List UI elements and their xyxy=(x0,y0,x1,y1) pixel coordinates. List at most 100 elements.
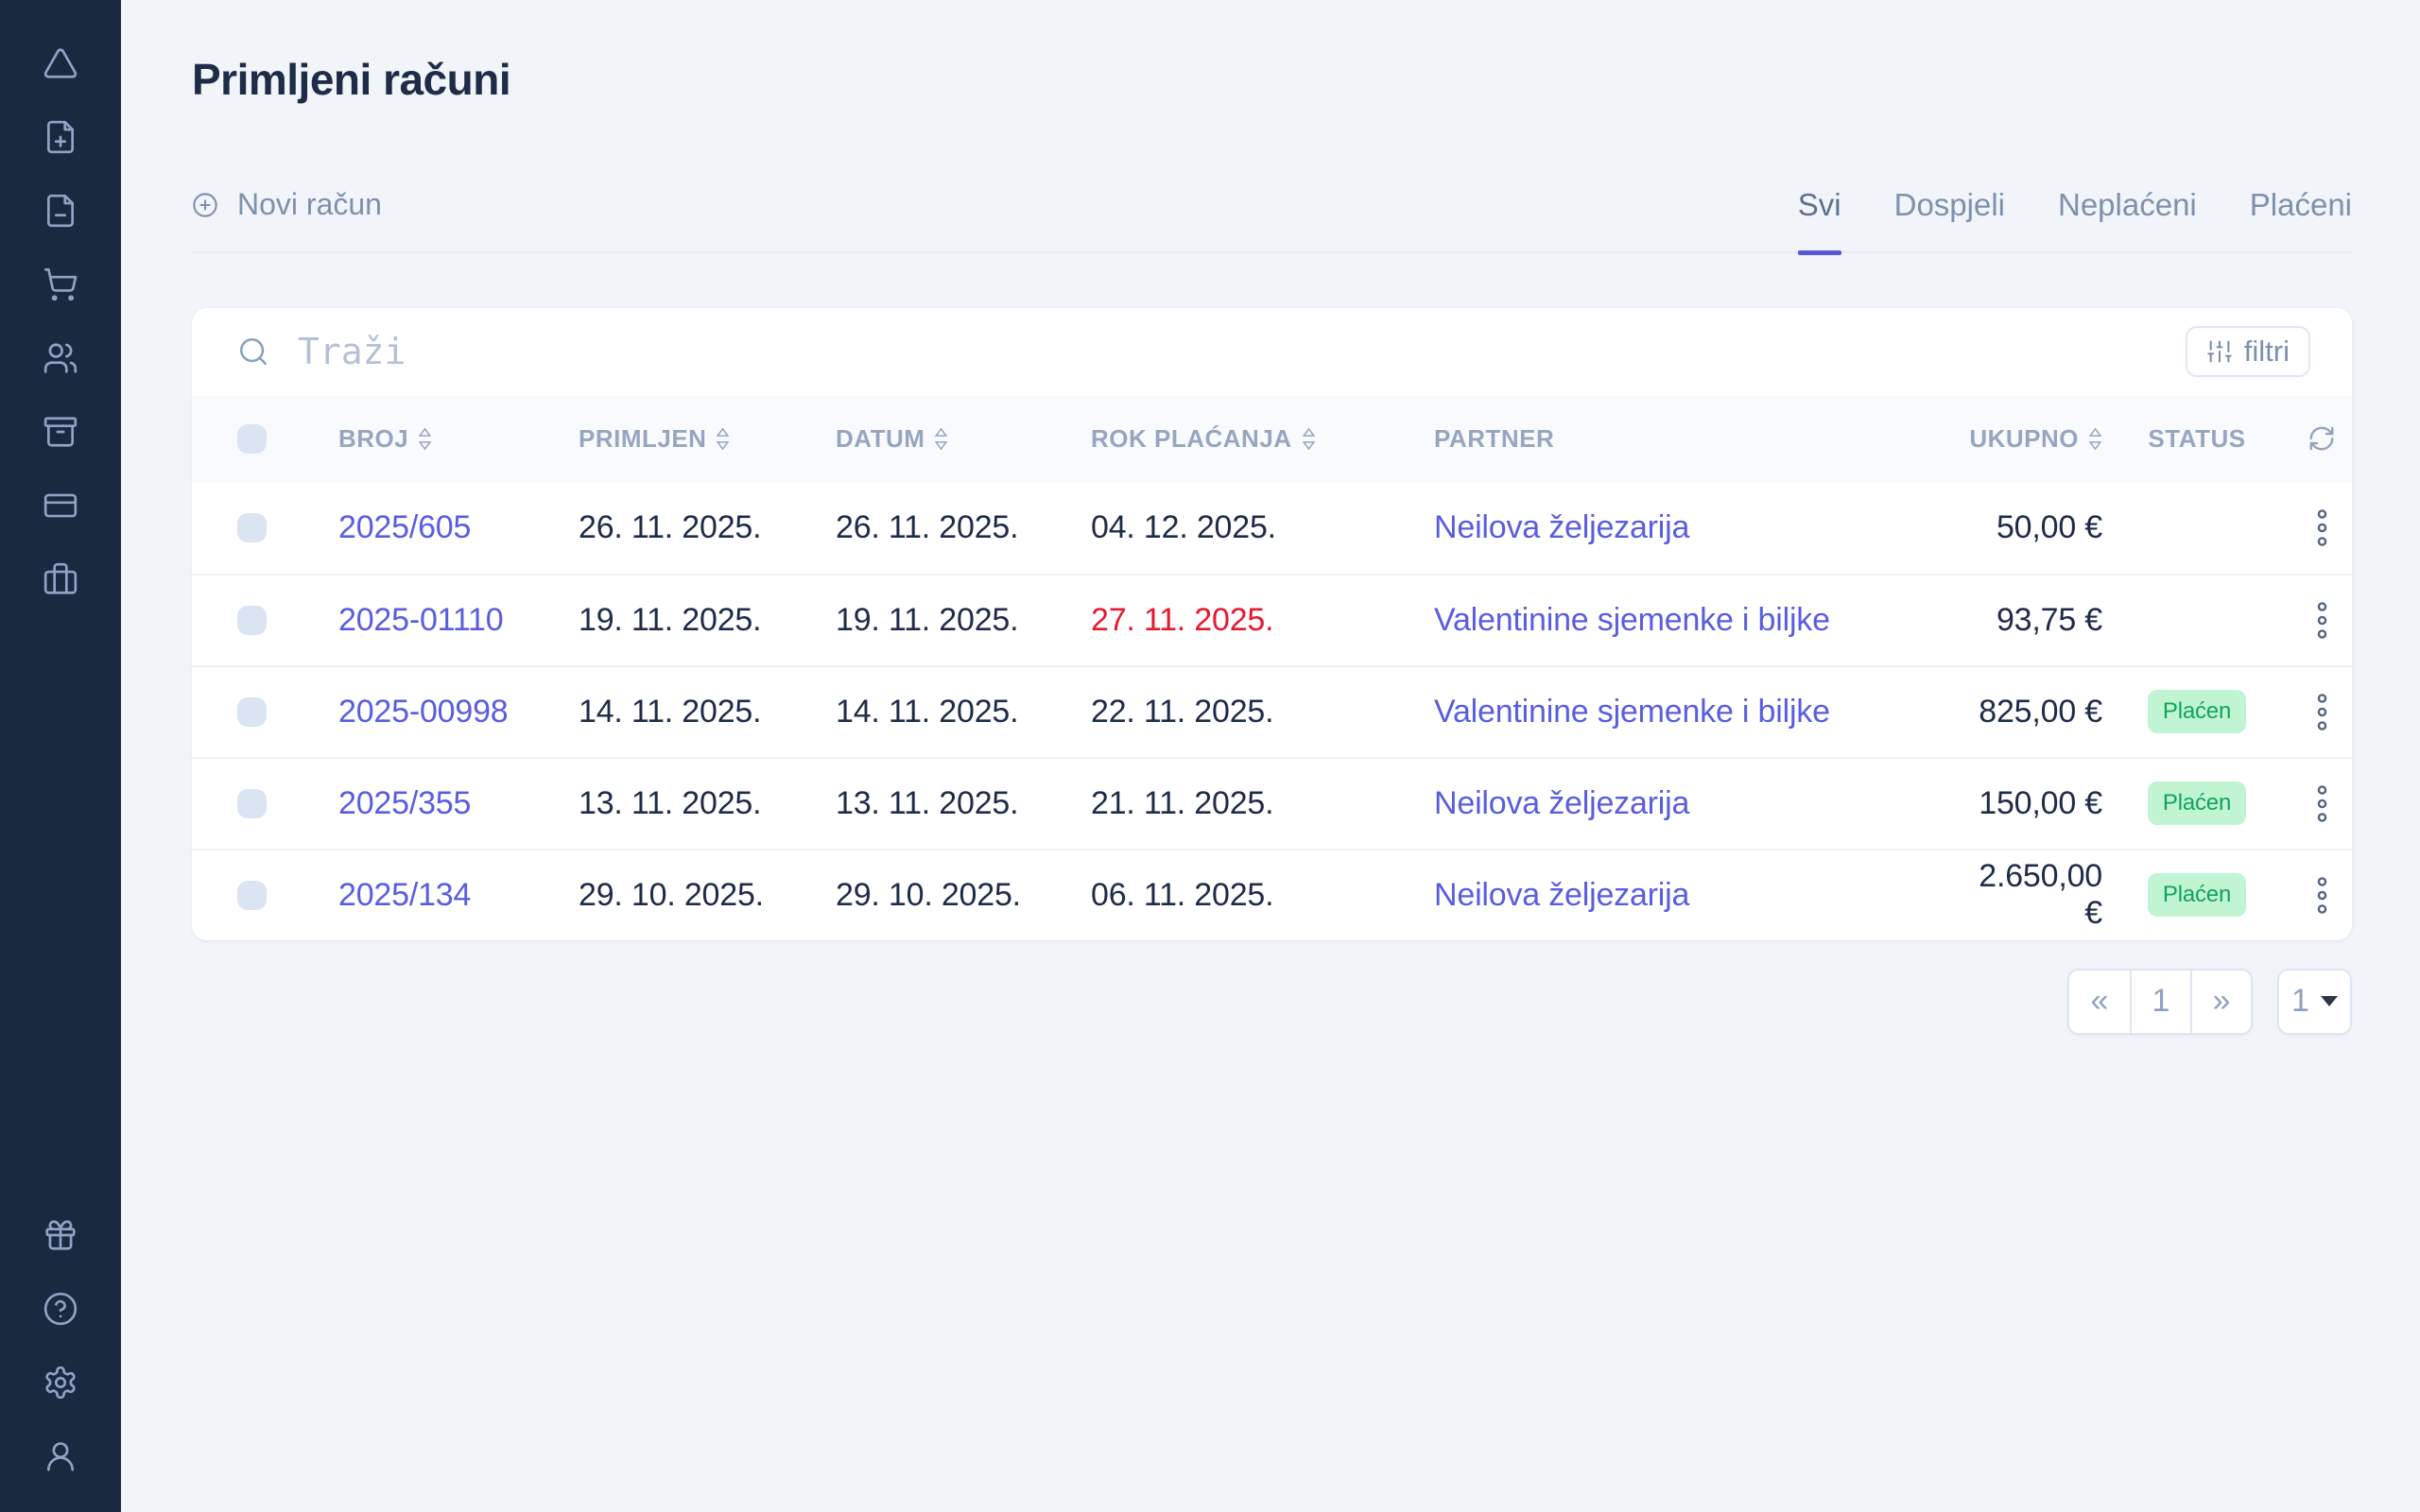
sort-icon xyxy=(1302,427,1316,451)
gift-icon xyxy=(43,1217,78,1253)
row-checkbox[interactable] xyxy=(237,606,267,635)
kebab-menu-icon xyxy=(2316,784,2328,823)
invoice-number-link[interactable]: 2025-01110 xyxy=(338,602,503,638)
status-cell: Plaćen xyxy=(2102,873,2291,917)
row-actions-button[interactable] xyxy=(2316,508,2328,547)
filters-button[interactable]: filtri xyxy=(2186,326,2310,377)
due-date: 22. 11. 2025. xyxy=(1091,694,1434,730)
row-actions-button[interactable] xyxy=(2316,601,2328,640)
actions-cell xyxy=(2291,601,2352,640)
received-date: 26. 11. 2025. xyxy=(579,509,836,546)
partner-link[interactable]: Valentinine sjemenke i biljke xyxy=(1434,694,1830,730)
invoice-number-link[interactable]: 2025/605 xyxy=(338,509,471,545)
kebab-menu-icon xyxy=(2316,508,2328,547)
sidebar-item-settings[interactable] xyxy=(42,1365,79,1400)
users-icon xyxy=(43,340,78,376)
current-page-button[interactable]: 1 xyxy=(2130,971,2190,1033)
due-date: 04. 12. 2025. xyxy=(1091,509,1434,546)
row-checkbox[interactable] xyxy=(237,789,267,818)
help-circle-icon xyxy=(43,1291,78,1327)
sort-icon xyxy=(934,427,948,451)
tab-placeni[interactable]: Plaćeni xyxy=(2250,187,2352,223)
file-minus-icon xyxy=(43,193,78,229)
sidebar-item-new-document[interactable] xyxy=(42,119,79,155)
table-row: 2025-00998 14. 11. 2025. 14. 11. 2025. 2… xyxy=(192,665,2352,757)
actions-cell xyxy=(2291,876,2352,915)
column-header-ukupno[interactable]: UKUPNO xyxy=(1953,424,2102,454)
tab-dospjeli[interactable]: Dospjeli xyxy=(1894,187,2005,223)
received-date: 19. 11. 2025. xyxy=(579,602,836,639)
total-amount: 93,75 € xyxy=(1953,602,2102,639)
sidebar-item-inventory[interactable] xyxy=(42,414,79,450)
partner-link[interactable]: Neilova željezarija xyxy=(1434,877,1689,913)
invoice-number-link[interactable]: 2025-00998 xyxy=(338,694,509,730)
logo-triangle-icon[interactable] xyxy=(42,45,79,81)
received-date: 29. 10. 2025. xyxy=(579,877,836,914)
sidebar xyxy=(0,0,121,1512)
pagination: « 1 » 1 xyxy=(192,969,2352,1035)
select-all-checkbox[interactable] xyxy=(237,424,267,454)
invoice-date: 14. 11. 2025. xyxy=(836,694,1091,730)
invoice-number-link[interactable]: 2025/134 xyxy=(338,877,471,913)
kebab-menu-icon xyxy=(2316,693,2328,731)
column-header-datum[interactable]: DATUM xyxy=(836,424,1091,454)
sidebar-item-customers[interactable] xyxy=(42,340,79,376)
filters-label: filtri xyxy=(2244,335,2290,369)
tab-svi[interactable]: Svi xyxy=(1798,187,1841,223)
shopping-cart-icon xyxy=(43,266,78,302)
sidebar-item-purchases[interactable] xyxy=(42,266,79,302)
total-amount: 50,00 € xyxy=(1953,509,2102,546)
actions-cell xyxy=(2291,508,2352,547)
next-page-button[interactable]: » xyxy=(2190,971,2251,1033)
sidebar-item-payments[interactable] xyxy=(42,488,79,524)
page-select-value: 1 xyxy=(2291,983,2309,1020)
sort-icon xyxy=(716,427,730,451)
column-header-status: STATUS xyxy=(2102,424,2291,454)
sidebar-item-business[interactable] xyxy=(42,561,79,597)
sidebar-item-profile[interactable] xyxy=(42,1438,79,1474)
row-actions-button[interactable] xyxy=(2316,693,2328,731)
invoice-date: 29. 10. 2025. xyxy=(836,877,1091,914)
sort-icon xyxy=(418,427,432,451)
invoice-number-link[interactable]: 2025/355 xyxy=(338,785,471,821)
new-invoice-label: Novi račun xyxy=(237,187,382,222)
row-actions-button[interactable] xyxy=(2316,784,2328,823)
filter-tabs: Svi Dospjeli Neplaćeni Plaćeni xyxy=(1798,187,2352,223)
status-cell: Plaćen xyxy=(2102,690,2291,733)
column-header-rok-placanja[interactable]: ROK PLAĆANJA xyxy=(1091,424,1434,454)
tab-neplaceni[interactable]: Neplaćeni xyxy=(2058,187,2197,223)
partner-link[interactable]: Valentinine sjemenke i biljke xyxy=(1434,602,1830,638)
archive-icon xyxy=(43,414,78,450)
row-checkbox[interactable] xyxy=(237,697,267,727)
column-header-broj[interactable]: BROJ xyxy=(338,424,579,454)
header-checkbox-cell xyxy=(192,424,338,454)
invoice-date: 13. 11. 2025. xyxy=(836,785,1091,822)
search-input[interactable] xyxy=(298,331,2157,372)
row-checkbox-cell xyxy=(192,881,338,910)
main-content: Primljeni računi Novi račun Svi Dospjeli… xyxy=(121,0,2420,1512)
sidebar-item-help[interactable] xyxy=(42,1291,79,1327)
due-date: 21. 11. 2025. xyxy=(1091,785,1434,822)
actions-cell xyxy=(2291,784,2352,823)
table-body: 2025/605 26. 11. 2025. 26. 11. 2025. 04.… xyxy=(192,482,2352,940)
row-actions-button[interactable] xyxy=(2316,876,2328,915)
refresh-button[interactable] xyxy=(2291,424,2352,453)
credit-card-icon xyxy=(43,488,78,524)
row-checkbox[interactable] xyxy=(237,513,267,542)
partner-link[interactable]: Neilova željezarija xyxy=(1434,509,1689,545)
column-header-primljen[interactable]: PRIMLJEN xyxy=(579,424,836,454)
status-badge: Plaćen xyxy=(2148,690,2246,733)
new-invoice-button[interactable]: Novi račun xyxy=(192,187,382,222)
sidebar-item-rewards[interactable] xyxy=(42,1217,79,1253)
partner-link[interactable]: Neilova željezarija xyxy=(1434,785,1689,821)
page-select-dropdown[interactable]: 1 xyxy=(2277,969,2352,1035)
plus-circle-icon xyxy=(192,192,218,218)
sidebar-item-documents[interactable] xyxy=(42,193,79,229)
prev-page-button[interactable]: « xyxy=(2069,971,2130,1033)
total-amount: 825,00 € xyxy=(1953,694,2102,730)
status-badge: Plaćen xyxy=(2148,873,2246,917)
status-cell: Plaćen xyxy=(2102,782,2291,825)
row-checkbox-cell xyxy=(192,513,338,542)
row-checkbox[interactable] xyxy=(237,881,267,910)
invoice-date: 26. 11. 2025. xyxy=(836,509,1091,546)
